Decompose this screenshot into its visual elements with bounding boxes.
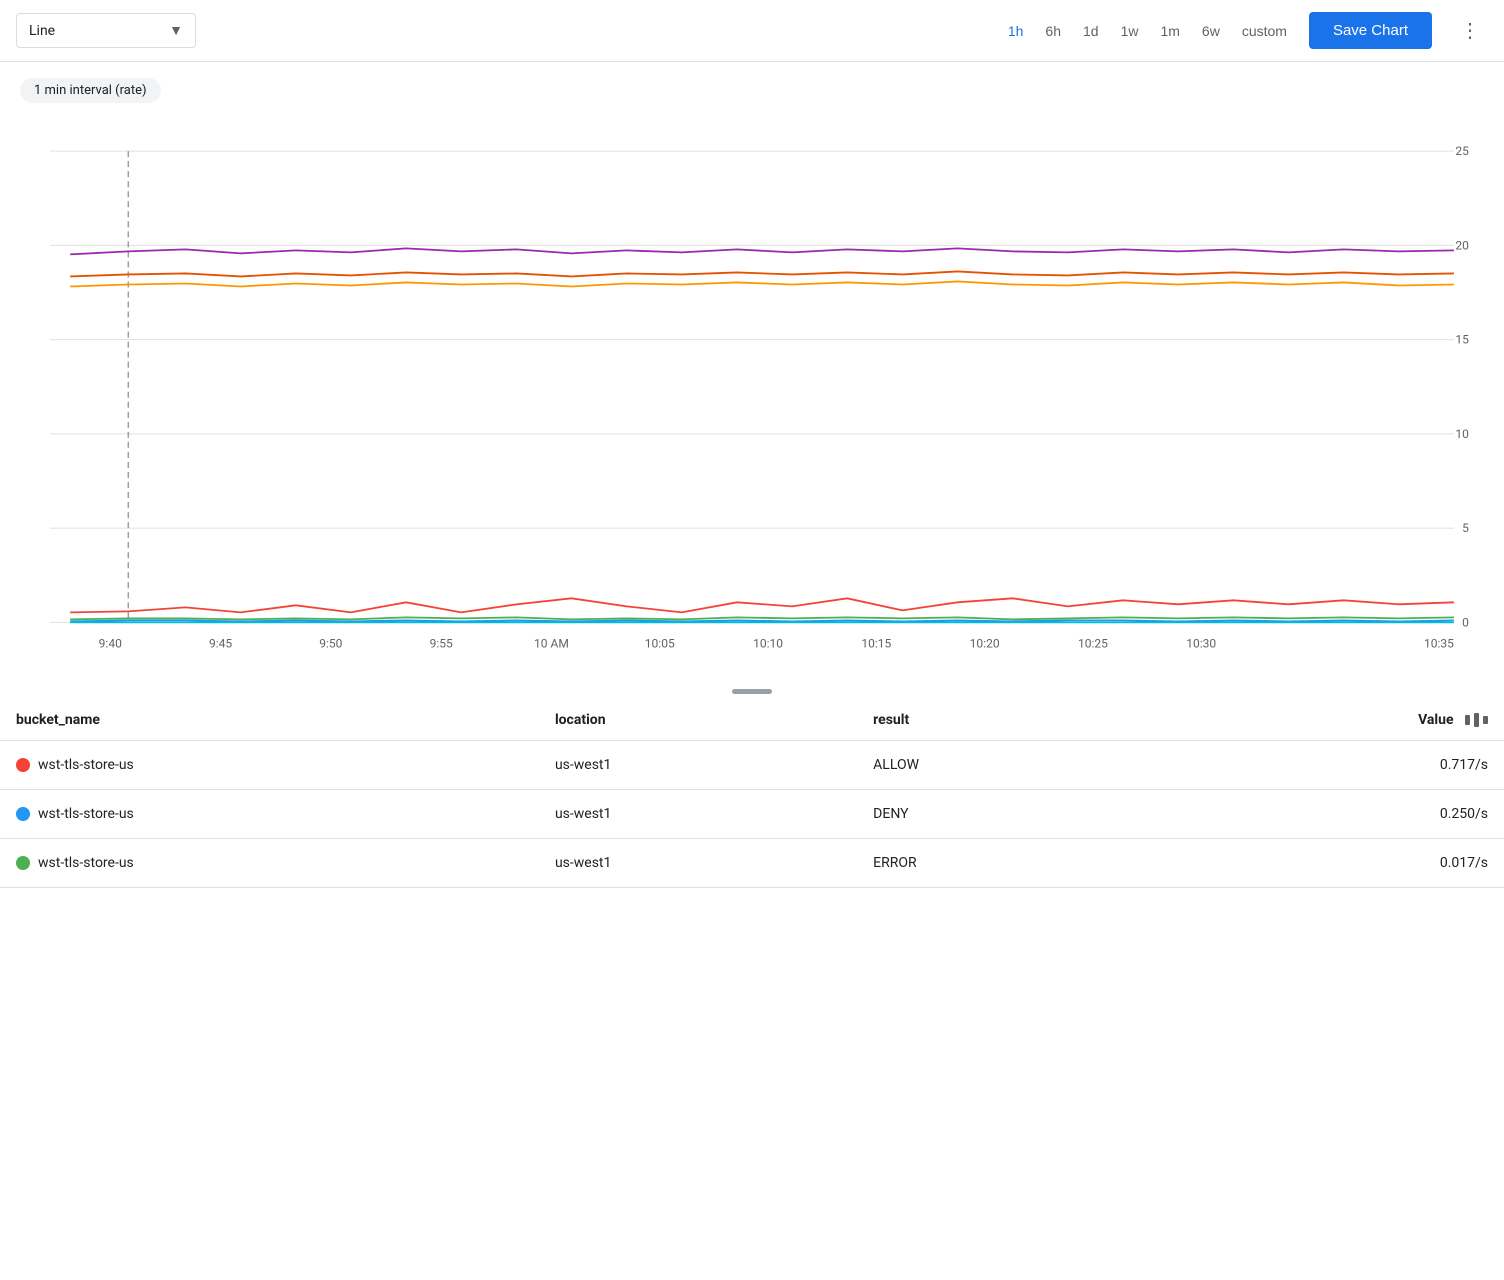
svg-text:10:05: 10:05 [645,636,675,650]
toolbar: Line ▼ 1h 6h 1d 1w 1m 6w custom Save Chart ⋮ [0,0,1504,62]
svg-text:10 AM: 10 AM [534,636,569,650]
dropdown-arrow-icon: ▼ [169,22,183,39]
bucket-name-value: wst-tls-store-us [38,757,134,773]
time-range-btn-1w[interactable]: 1w [1119,19,1141,43]
chart-svg: 25 20 15 10 5 0 9:40 9:45 [20,111,1484,683]
chart-type-dropdown[interactable]: Line ▼ [16,13,196,48]
svg-text:10:35: 10:35 [1424,636,1454,650]
col-bar-3 [1483,716,1488,724]
svg-text:0: 0 [1462,615,1469,629]
table-row: wst-tls-store-us us-west1 ALLOW 0.717/s [0,740,1504,789]
interval-badge: 1 min interval (rate) [20,78,161,103]
svg-text:9:50: 9:50 [319,636,342,650]
legend-dot [16,807,30,821]
cell-bucket-name: wst-tls-store-us [0,789,539,838]
chart-wrapper: 25 20 15 10 5 0 9:40 9:45 [0,111,1504,683]
more-menu-button[interactable]: ⋮ [1452,14,1488,47]
cell-bucket-name: wst-tls-store-us [0,838,539,887]
cell-location: us-west1 [539,789,857,838]
svg-text:15: 15 [1455,333,1469,347]
table-row: wst-tls-store-us us-west1 DENY 0.250/s [0,789,1504,838]
svg-text:9:55: 9:55 [430,636,453,650]
column-picker-icon[interactable] [1465,713,1488,727]
cell-bucket-name: wst-tls-store-us [0,740,539,789]
chart-container: 1 min interval (rate) 25 20 15 10 5 0 [0,62,1504,683]
col-header-result: result [857,700,1137,741]
col-bar-1 [1465,715,1470,725]
time-range-btn-1h[interactable]: 1h [1006,19,1026,43]
svg-text:20: 20 [1455,238,1469,252]
svg-text:10:25: 10:25 [1078,636,1108,650]
time-range-btn-6w[interactable]: 6w [1200,19,1222,43]
legend-dot [16,856,30,870]
data-table: bucket_name location result Value wst-tl… [0,700,1504,888]
save-chart-button[interactable]: Save Chart [1309,12,1432,49]
time-range-btn-1d[interactable]: 1d [1081,19,1101,43]
cell-result: ALLOW [857,740,1137,789]
legend-dot [16,758,30,772]
cell-value: 0.017/s [1137,838,1504,887]
svg-text:9:40: 9:40 [99,636,122,650]
col-header-bucket-name: bucket_name [0,700,539,741]
drag-handle-container [0,683,1504,700]
svg-text:10:15: 10:15 [861,636,891,650]
col-bar-2 [1474,713,1479,727]
bucket-name-value: wst-tls-store-us [38,855,134,871]
time-range-btn-1m[interactable]: 1m [1158,19,1181,43]
time-range-group: 1h 6h 1d 1w 1m 6w custom Save Chart ⋮ [1006,12,1488,49]
cell-result: DENY [857,789,1137,838]
chart-type-label: Line [29,23,55,39]
col-header-location: location [539,700,857,741]
svg-text:10:10: 10:10 [753,636,783,650]
time-range-btn-6h[interactable]: 6h [1043,19,1063,43]
cell-location: us-west1 [539,740,857,789]
time-range-btn-custom[interactable]: custom [1240,19,1289,43]
table-header-row: bucket_name location result Value [0,700,1504,741]
svg-text:5: 5 [1462,521,1469,535]
drag-handle[interactable] [732,689,772,694]
cell-result: ERROR [857,838,1137,887]
table-row: wst-tls-store-us us-west1 ERROR 0.017/s [0,838,1504,887]
svg-text:10:20: 10:20 [970,636,1000,650]
svg-text:10:30: 10:30 [1186,636,1216,650]
col-header-value: Value [1137,700,1504,741]
svg-text:25: 25 [1455,144,1469,158]
svg-text:10: 10 [1455,427,1469,441]
cell-value: 0.250/s [1137,789,1504,838]
cell-value: 0.717/s [1137,740,1504,789]
svg-text:9:45: 9:45 [209,636,232,650]
value-col-label: Value [1418,712,1453,728]
bucket-name-value: wst-tls-store-us [38,806,134,822]
cell-location: us-west1 [539,838,857,887]
